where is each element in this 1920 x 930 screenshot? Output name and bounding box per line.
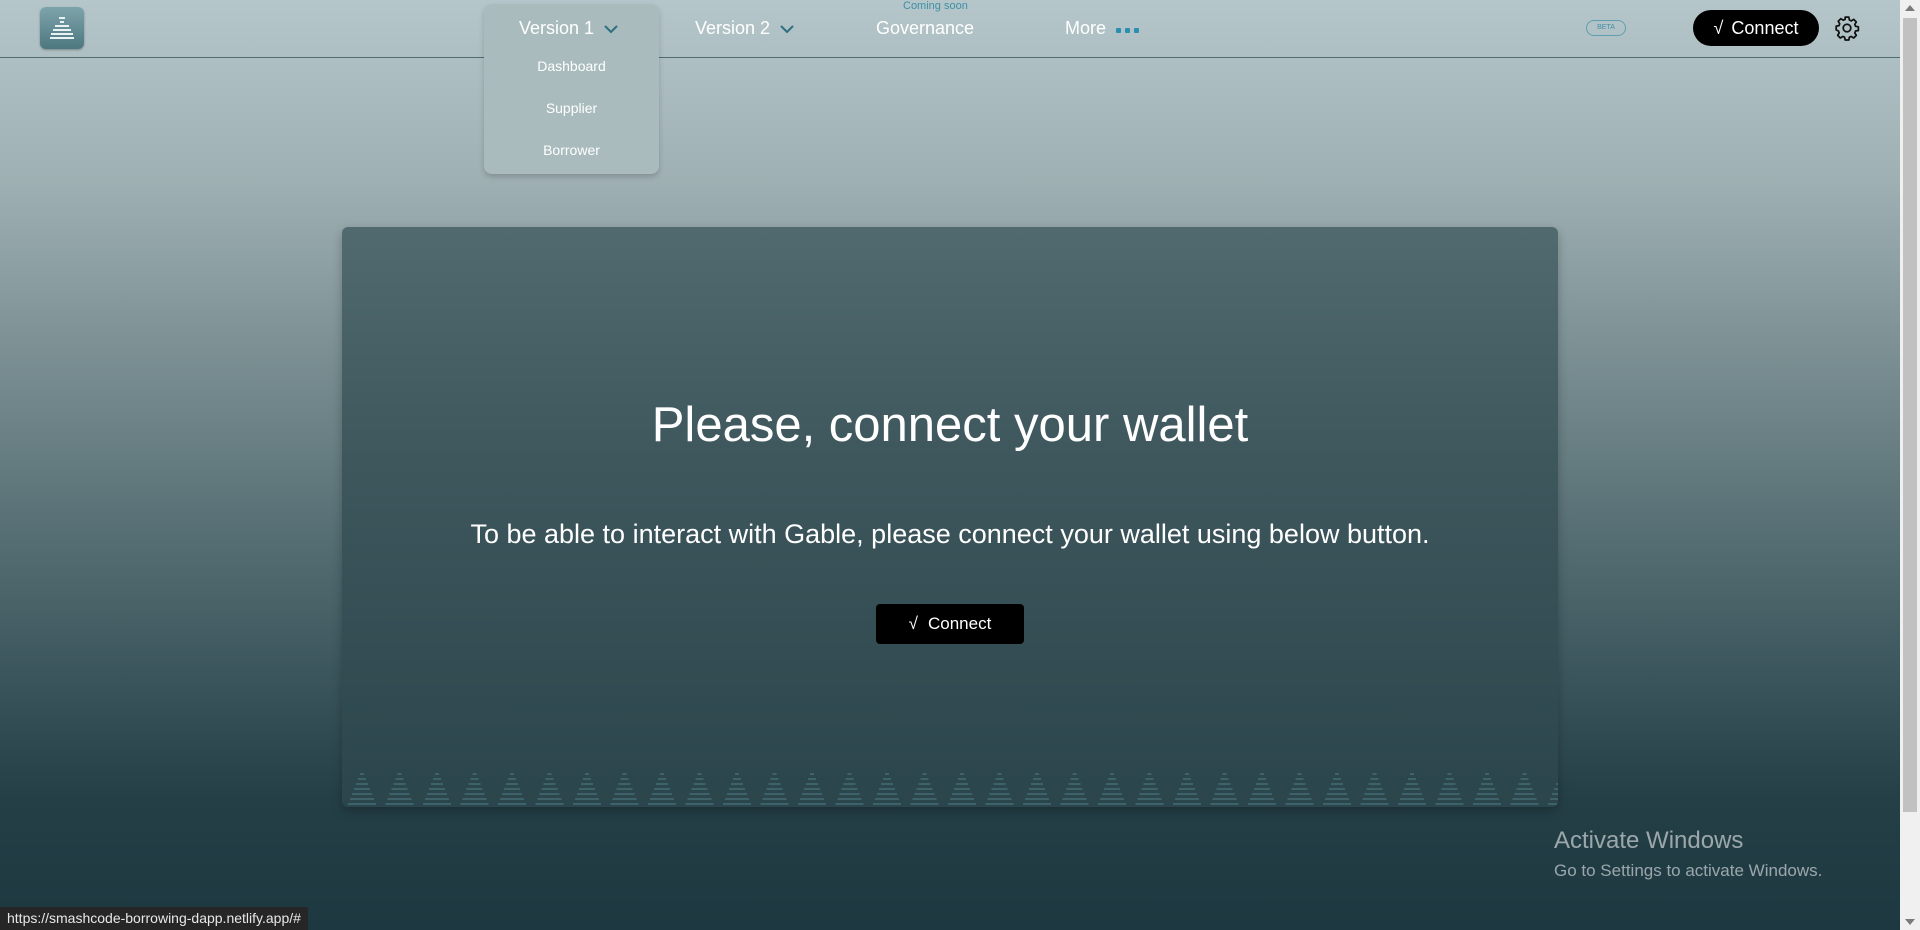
decorative-pattern — [348, 773, 1558, 805]
watermark-title: Activate Windows — [1554, 827, 1744, 854]
gear-icon[interactable] — [1834, 15, 1860, 41]
chevron-down-icon — [604, 18, 618, 39]
chevron-down-icon — [780, 18, 794, 39]
nav-more[interactable]: More — [1065, 0, 1140, 57]
top-navbar: Dashboard Supplier Borrower Version 1 Ve… — [0, 0, 1900, 174]
status-bar-url: https://smashcode-borrowing-dapp.netlify… — [0, 907, 308, 930]
more-dots-icon — [1116, 28, 1140, 33]
scroll-up-icon[interactable] — [1905, 5, 1915, 11]
connect-wallet-button[interactable]: √ Connect — [1693, 10, 1819, 46]
connect-wallet-card: Please, connect your wallet To be able t… — [342, 227, 1558, 807]
watermark-subtitle: Go to Settings to activate Windows. — [1554, 861, 1823, 880]
nav-more-label: More — [1065, 18, 1107, 38]
connect-button-label: Connect — [1731, 17, 1799, 38]
activate-windows-watermark: Activate Windows Go to Settings to activ… — [1554, 827, 1822, 881]
scroll-down-icon[interactable] — [1905, 919, 1915, 925]
scroll-thumb[interactable] — [1903, 18, 1917, 812]
connect-glyph-icon: √ — [1713, 17, 1724, 38]
page-subtitle: To be able to interact with Gable, pleas… — [470, 519, 1430, 549]
nav-version1[interactable]: Version 1 — [519, 0, 618, 57]
dropdown-item-borrower[interactable]: Borrower — [484, 142, 659, 158]
dropdown-item-supplier[interactable]: Supplier — [484, 100, 659, 116]
nav-governance-label: Governance — [876, 18, 975, 38]
page-scrollbar[interactable] — [1900, 0, 1920, 930]
beta-badge: BETA — [1586, 20, 1626, 36]
connect-wallet-main-button[interactable]: √ Connect — [876, 604, 1024, 644]
dropdown-item-dashboard[interactable]: Dashboard — [484, 58, 659, 74]
logo-icon[interactable] — [40, 7, 84, 49]
nav-version2-label: Version 2 — [695, 18, 771, 38]
connect-glyph-icon: √ — [908, 614, 918, 633]
nav-version2[interactable]: Version 2 — [695, 0, 794, 57]
connect-main-label: Connect — [928, 614, 992, 633]
nav-version1-label: Version 1 — [519, 18, 595, 38]
page-title: Please, connect your wallet — [651, 398, 1249, 452]
nav-governance[interactable]: Governance — [876, 0, 974, 57]
